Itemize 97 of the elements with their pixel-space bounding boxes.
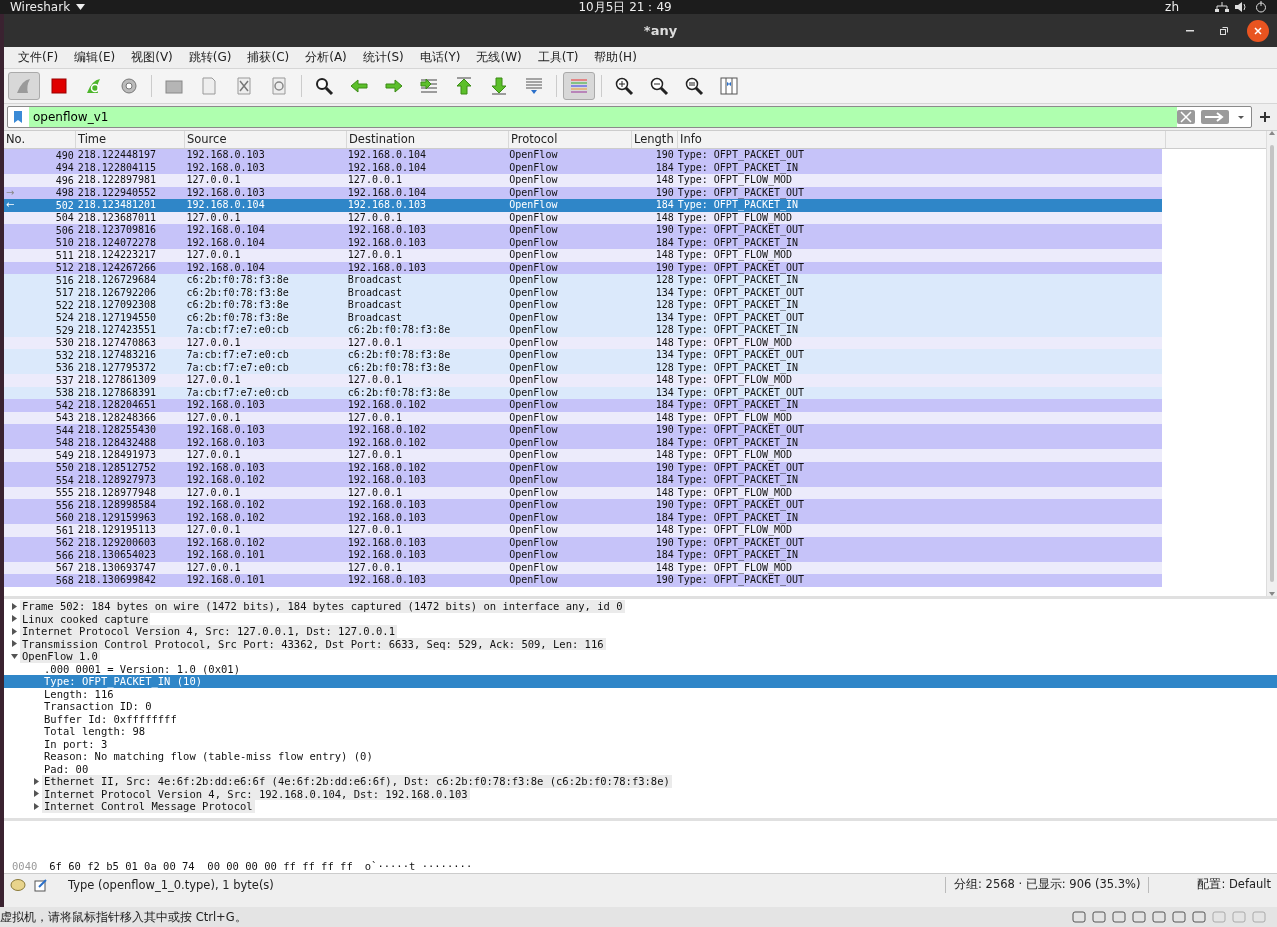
tree-row[interactable]: Type: OFPT_PACKET_IN (10) [4,675,1277,688]
packet-row[interactable]: 537 218.127861309 127.0.0.1 127.0.0.1 OpenFlow 148 Type: OFPT_FLOW_MOD [4,374,1162,387]
packet-row[interactable]: 544 218.128255430 192.168.0.103 192.168.0.102 OpenFlow 190 Type: OFPT_PACKET_OUT [4,424,1162,437]
tree-row[interactable]: Internet Control Message Protocol [4,800,1277,813]
column-header[interactable]: No. [4,131,76,148]
menu-item[interactable]: 捕获(C) [239,49,298,66]
vm-hint: 虚拟机，请将鼠标指针移入其中或按 Ctrl+G。 [0,909,247,925]
packet-row[interactable]: 529 218.127423551 7a:cb:f7:e7:e0:cb c6:2b:f0:78:f3:8e OpenFlow 128 Type: OFPT_PACKET_IN [4,324,1162,337]
profile-label[interactable]: 配置: Default [1197,877,1271,892]
file-icon [199,76,219,96]
tree-row[interactable]: Transmission Control Protocol, Src Port: 43362, Dst Port: 6633, Seq: 529, Ack: 509, Len: 116 [4,637,1277,650]
menu-item[interactable]: 无线(W) [468,49,530,66]
tree-row[interactable]: Frame 502: 184 bytes on wire (1472 bits), 184 bytes captured (1472 bits) on interface any, id 0 [4,600,1277,613]
scroll-up-icon[interactable] [1269,131,1275,135]
packet-row[interactable]: 568 218.130699842 192.168.0.101 192.168.0.103 OpenFlow 190 Type: OFPT_PACKET_OUT [4,574,1162,587]
column-header[interactable]: Info [678,131,1166,148]
stop-icon [49,76,69,96]
scrollbar[interactable] [1266,131,1277,596]
tree-row[interactable]: Ethernet II, Src: 4e:6f:2b:dd:e6:6f (4e:6f:2b:dd:e6:6f), Dst: c6:2b:f0:78:f3:8e (c6:2b:f0:78:f3:8e) [4,775,1277,788]
packet-row[interactable]: 522 218.127092308 c6:2b:f0:78:f3:8e Broadcast OpenFlow 128 Type: OFPT_PACKET_IN [4,299,1162,312]
restore-icon [1219,25,1229,36]
packet-counts: 分组: 2568 · 已显示: 906 (35.3%) [954,877,1141,892]
colored-lines-icon [569,76,589,96]
menu-item[interactable]: 视图(V) [123,49,181,66]
start-capture-button[interactable] [8,72,40,100]
colorize-button[interactable] [563,72,595,100]
status-indicator-icon [10,878,26,891]
byte-offset: 0040 [11,860,38,872]
packet-row[interactable]: 566 218.130654023 192.168.0.101 192.168.0.103 OpenFlow 184 Type: OFPT_PACKET_IN [4,549,1162,562]
column-header[interactable]: Protocol [509,131,632,148]
packet-row[interactable]: 542 218.128204651 192.168.0.103 192.168.0.102 OpenFlow 184 Type: OFPT_PACKET_IN [4,399,1162,412]
packet-row[interactable]: 516 218.126729684 c6:2b:f0:78:f3:8e Broadcast OpenFlow 128 Type: OFPT_PACKET_IN [4,274,1162,287]
tree-row[interactable]: .000 0001 = Version: 1.0 (0x01) [4,662,1277,675]
zoom-in-icon [614,76,634,96]
file-close-icon [234,76,254,96]
edit-note-icon[interactable] [34,877,48,892]
clock[interactable]: 10月5日 21：49 [578,0,672,14]
zoom-reset-icon [684,76,704,96]
tree-row[interactable]: Total length: 98 [4,725,1277,738]
packet-row[interactable]: 561 218.129195113 127.0.0.1 127.0.0.1 OpenFlow 148 Type: OFPT_FLOW_MOD [4,524,1162,537]
close-button[interactable] [1247,19,1269,42]
right-arrow-icon [384,76,404,96]
menu-item[interactable]: 工具(T) [529,49,587,66]
menu-item[interactable]: 分析(A) [297,49,355,66]
expanded-caret-icon [10,653,18,659]
packet-row[interactable]: 506 218.123709816 192.168.0.104 192.168.0.103 OpenFlow 190 Type: OFPT_PACKET_OUT [4,224,1162,237]
menu-item[interactable]: 跳转(G) [180,49,240,66]
app-menu[interactable]: Wireshark [10,0,71,14]
resize-columns-icon [719,76,739,96]
window-title: *any [642,23,679,38]
dropdown-caret-icon[interactable] [76,4,86,10]
search-icon [314,76,334,96]
tree-row[interactable]: Length: 116 [4,687,1277,700]
menu-item[interactable]: 统计(S) [354,49,412,66]
menu-item[interactable]: 帮助(H) [586,49,645,66]
minimize-icon [1186,29,1194,32]
menu-item[interactable]: 电话(Y) [411,49,469,66]
tree-row[interactable]: Internet Protocol Version 4, Src: 127.0.0.1, Dst: 127.0.0.1 [4,625,1277,638]
tree-row[interactable]: Transaction ID: 0 [4,700,1277,713]
go-to-packet-icon [419,76,439,96]
tree-row[interactable]: Buffer Id: 0xffffffff [4,712,1277,725]
language-indicator[interactable]: zh [1165,0,1179,14]
packet-row[interactable]: 556 218.128998584 192.168.0.102 192.168.0.103 OpenFlow 190 Type: OFPT_PACKET_OUT [4,499,1162,512]
power-icon[interactable] [1255,1,1267,13]
list-scroll-icon [524,76,544,96]
tree-row[interactable]: Pad: 00 [4,762,1277,775]
close-icon [1253,25,1263,36]
gear-icon [119,76,139,96]
menu-item[interactable]: 文件(F) [10,49,67,66]
ascii-bytes: o`·····t ········ [364,860,473,872]
zoom-out-icon [649,76,669,96]
column-header[interactable]: Length [632,131,678,148]
column-header[interactable]: Source [185,131,347,148]
file-reload-icon [269,76,289,96]
down-arrow-icon [489,76,509,96]
selected-field-info: Type (openflow_1_0.type), 1 byte(s) [68,877,274,892]
up-arrow-icon [454,76,474,96]
packet-row[interactable]: 490 218.122448197 192.168.0.103 192.168.0.104 OpenFlow 190 Type: OFPT_PACKET_OUT [4,149,1162,162]
tree-row[interactable]: Reason: No matching flow (table-miss flow entry) (0) [4,750,1277,763]
volume-icon[interactable] [1235,2,1249,12]
related-packet-mark: ← [6,199,15,212]
network-icon[interactable] [1215,2,1229,12]
packet-row[interactable]: 554 218.128927973 192.168.0.102 192.168.0.103 OpenFlow 184 Type: OFPT_PACKET_IN [4,474,1162,487]
packet-row[interactable]: ← 502 218.123481201 192.168.0.104 192.168.0.103 OpenFlow 184 Type: OFPT_PACKET_IN [4,199,1162,212]
hex-bytes: 6f 60 f2 b5 01 0a 00 74 00 00 00 00 ff ff ff ff [49,860,353,872]
packet-row[interactable]: 496 218.122897981 127.0.0.1 127.0.0.1 OpenFlow 148 Type: OFPT_FLOW_MOD [4,174,1162,187]
column-header[interactable]: Time [76,131,185,148]
packet-row[interactable]: 532 218.127483216 7a:cb:f7:e7:e0:cb c6:2b:f0:78:f3:8e OpenFlow 134 Type: OFPT_PACKET_OUT [4,349,1162,362]
tree-row[interactable]: OpenFlow 1.0 [4,650,1277,663]
related-packet-mark: → [6,186,15,199]
column-header[interactable]: Destination [347,131,509,148]
tree-row[interactable]: In port: 3 [4,737,1277,750]
packet-row[interactable]: 549 218.128491973 127.0.0.1 127.0.0.1 OpenFlow 148 Type: OFPT_FLOW_MOD [4,449,1162,462]
left-arrow-icon [349,76,369,96]
menu-item[interactable]: 编辑(E) [66,49,124,66]
packet-row[interactable]: 511 218.124223217 127.0.0.1 127.0.0.1 OpenFlow 148 Type: OFPT_FLOW_MOD [4,249,1162,262]
plus-icon[interactable] [1260,112,1270,122]
